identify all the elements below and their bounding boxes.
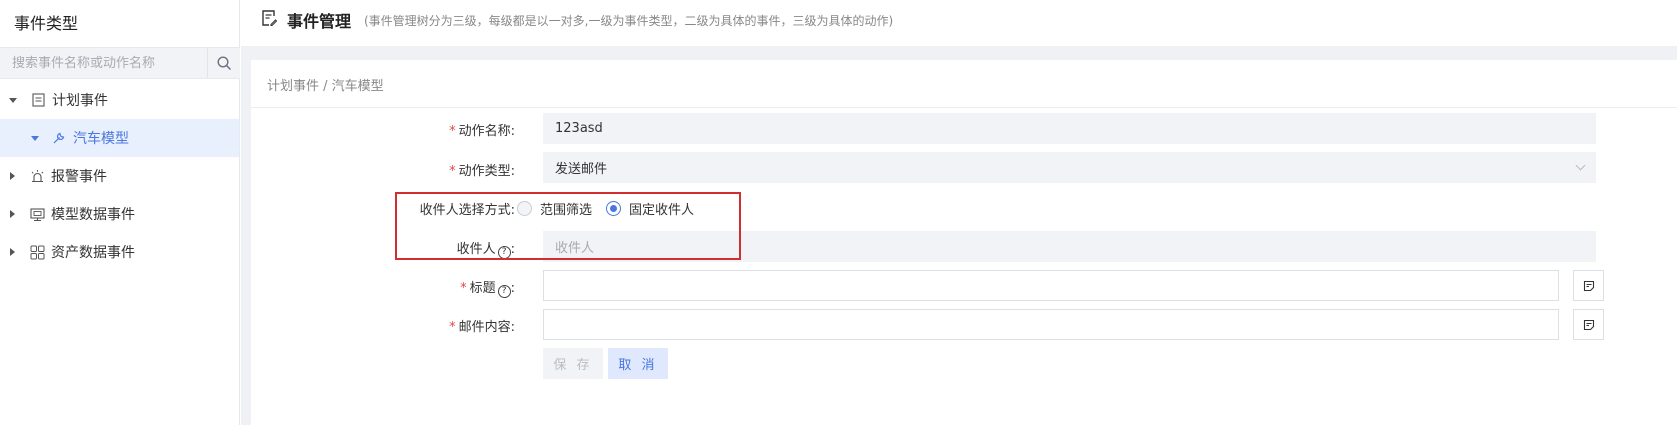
title-label: * 标题?: [315,277,515,298]
title-field[interactable] [543,270,1559,301]
tree-item-label: 汽车模型 [73,131,129,147]
action-type-select[interactable]: 发送邮件 [543,152,1596,183]
chevron-down-icon [1575,160,1586,171]
tree-item-asset-data-event[interactable]: 资产数据事件 [0,233,239,271]
caret-right-icon[interactable] [10,210,15,218]
note-icon [1583,319,1594,330]
tree-item-car-model[interactable]: 汽车模型 [0,119,239,157]
tree-item-label: 计划事件 [52,93,108,109]
app-root: 事件类型 计划事件 汽车模型 [0,0,1677,425]
search-input[interactable] [0,48,206,78]
sidebar: 事件类型 计划事件 汽车模型 [0,0,240,425]
tree-item-model-data-event[interactable]: 模型数据事件 [0,195,239,233]
caret-down-icon[interactable] [9,97,17,103]
caret-right-icon[interactable] [10,248,15,256]
required-mark: * [460,281,467,296]
note-icon [1583,280,1594,291]
highlight-box [395,192,741,260]
required-mark: * [449,164,456,179]
help-icon[interactable]: ? [497,284,511,298]
page-header: 事件管理 (事件管理树分为三级，每级都是以一对多,一级为事件类型，二级为具体的事… [241,0,1677,46]
mail-content-field[interactable] [543,309,1559,340]
mail-content-variable-button[interactable] [1573,309,1604,340]
edit-document-icon [261,9,278,31]
label-text: 动作名称: [458,124,515,139]
required-mark: * [449,320,456,335]
search-icon [216,55,231,70]
tree-item-label: 模型数据事件 [51,207,135,223]
action-type-value: 发送邮件 [555,162,608,177]
sidebar-title: 事件类型 [14,14,79,33]
tree-item-plan-event[interactable]: 计划事件 [0,81,239,119]
alarm-icon [29,168,45,184]
tree-item-alarm-event[interactable]: 报警事件 [0,157,239,195]
monitor-icon [29,206,45,222]
document-icon [30,92,46,108]
tree-item-label: 资产数据事件 [51,245,135,261]
required-mark: * [449,124,456,139]
label-text: 标题 [469,281,496,296]
label-text: 邮件内容: [458,320,515,335]
action-type-label: * 动作类型: [315,160,515,179]
breadcrumb: 计划事件 / 汽车模型 [267,79,384,94]
caret-down-icon[interactable] [31,135,39,141]
divider [251,107,1677,108]
mail-content-label: * 邮件内容: [315,316,515,335]
tree-item-label: 报警事件 [51,169,107,185]
label-text: 动作类型: [458,164,515,179]
cancel-button[interactable]: 取 消 [608,348,668,379]
search-box [0,47,240,79]
action-name-label: * 动作名称: [315,120,515,139]
wrench-icon [51,130,67,146]
page-description: (事件管理树分为三级，每级都是以一对多,一级为事件类型，二级为具体的事件，三级为… [364,14,894,28]
label-colon: : [510,281,515,296]
save-button[interactable]: 保 存 [543,348,603,379]
title-variable-button[interactable] [1573,270,1604,301]
action-name-field[interactable]: 123asd [543,113,1596,144]
caret-right-icon[interactable] [10,172,15,180]
grid-icon [29,244,45,260]
page-title: 事件管理 [287,12,352,31]
search-button[interactable] [207,48,240,78]
